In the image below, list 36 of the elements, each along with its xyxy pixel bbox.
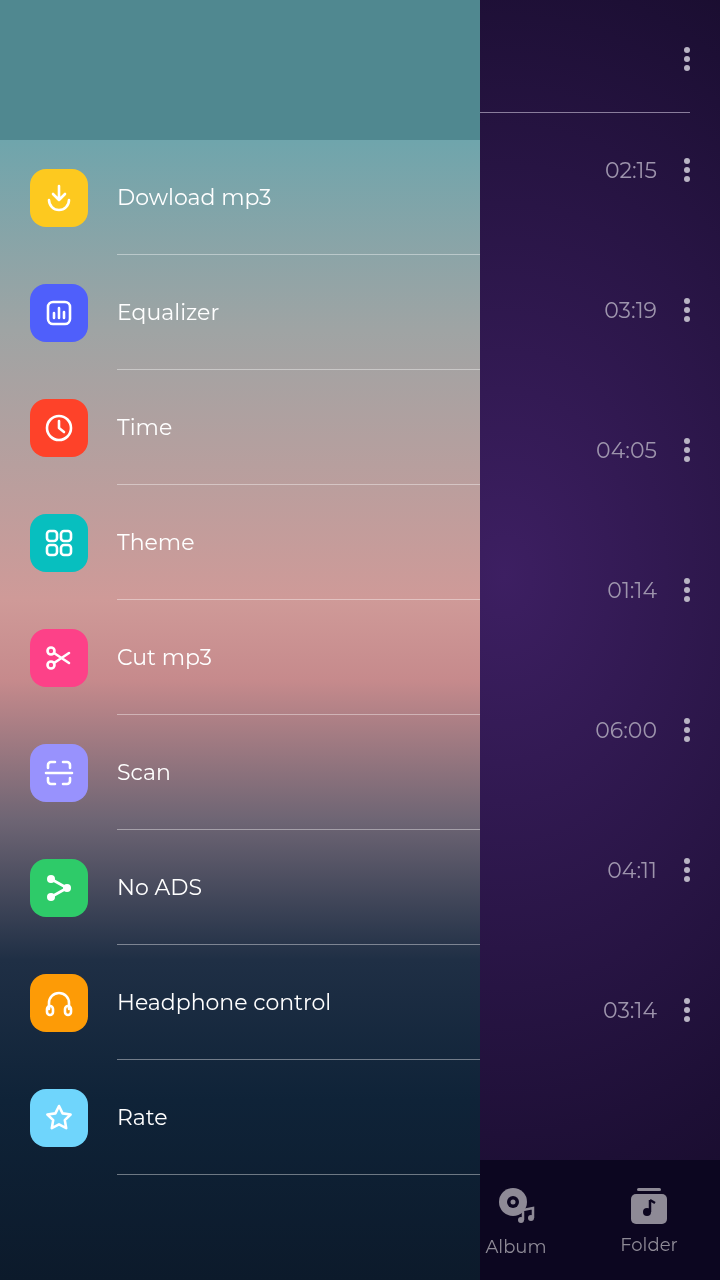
duration: 06:00 xyxy=(595,715,657,746)
music-folder-icon xyxy=(629,1186,669,1226)
duration: 04:05 xyxy=(596,435,657,466)
menu-label: Rate xyxy=(117,1102,168,1133)
menu-label: Time xyxy=(117,412,173,443)
more-icon[interactable] xyxy=(683,297,691,323)
more-icon[interactable] xyxy=(683,46,691,72)
more-icon[interactable] xyxy=(683,997,691,1023)
nav-tab[interactable]: Album xyxy=(481,1160,551,1280)
duration: 04:11 xyxy=(607,855,657,886)
duration: 01:14 xyxy=(607,575,657,606)
menu-label: Cut mp3 xyxy=(117,642,212,673)
menu-label: Dowload mp3 xyxy=(117,182,272,213)
duration: 03:14 xyxy=(603,995,657,1026)
more-icon[interactable] xyxy=(683,157,691,183)
nav-tab[interactable]: Folder xyxy=(589,1160,709,1280)
menu-item[interactable]: Theme xyxy=(0,485,480,600)
menu-label: Headphone control xyxy=(117,987,332,1018)
duration: 03:19 xyxy=(604,295,657,326)
menu-label: Equalizer xyxy=(117,297,220,328)
menu-item[interactable]: Equalizer xyxy=(0,255,480,370)
menu-item[interactable]: Time xyxy=(0,370,480,485)
menu-label: No ADS xyxy=(117,872,202,903)
menu-item[interactable]: Dowload mp3 xyxy=(0,140,480,255)
menu-label: Scan xyxy=(117,757,171,788)
more-icon[interactable] xyxy=(683,857,691,883)
menu-item[interactable]: Headphone control xyxy=(0,945,480,1060)
menu-item[interactable]: Cut mp3 xyxy=(0,600,480,715)
menu-label: Theme xyxy=(117,527,195,558)
more-icon[interactable] xyxy=(683,437,691,463)
menu-item[interactable]: Scan xyxy=(0,715,480,830)
more-icon[interactable] xyxy=(683,577,691,603)
menu-item[interactable]: No ADS xyxy=(0,830,480,945)
more-icon[interactable] xyxy=(683,717,691,743)
duration: 02:15 xyxy=(604,155,657,186)
menu-item[interactable]: Rate xyxy=(0,1060,480,1175)
